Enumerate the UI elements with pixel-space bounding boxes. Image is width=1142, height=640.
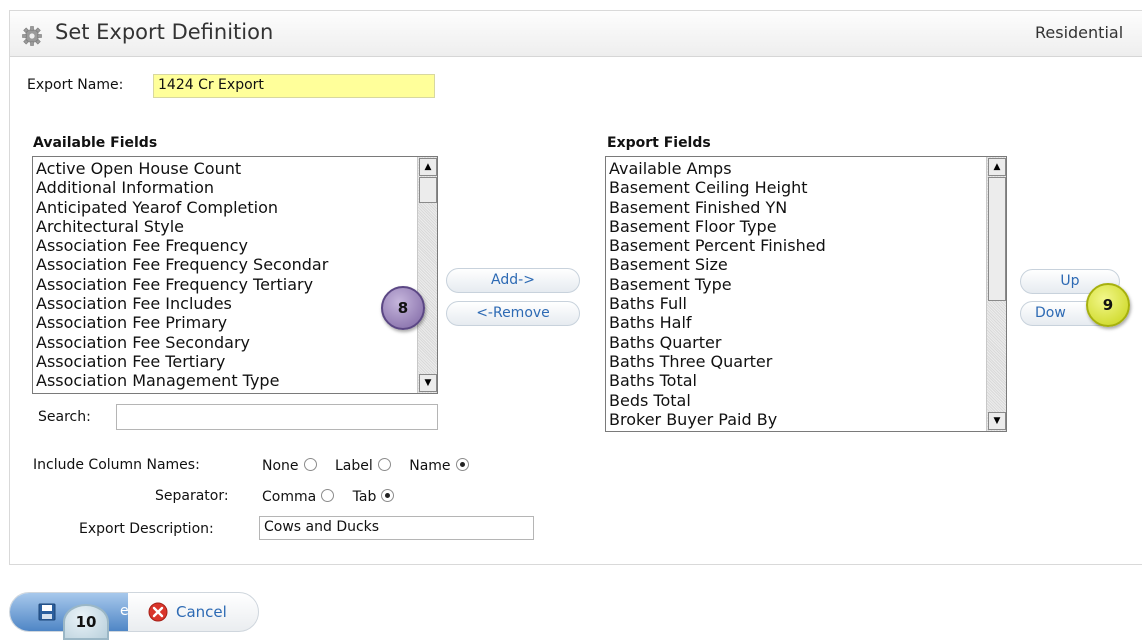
export-fields-scrollbar[interactable]: ▲ ▼ [986, 157, 1006, 431]
list-item[interactable]: Baths Total [609, 371, 984, 390]
list-item[interactable]: Basement Floor Type [609, 217, 984, 236]
list-item[interactable]: Available Amps [609, 159, 984, 178]
step-badge-8: 8 [381, 286, 425, 330]
available-fields-items: Active Open House Count Additional Inform… [36, 159, 415, 391]
list-item[interactable]: Active Open House Count [36, 159, 415, 178]
scroll-down-arrow-icon[interactable]: ▼ [419, 374, 437, 392]
export-fields-items: Available Amps Basement Ceiling Height Bas… [609, 159, 984, 429]
list-item[interactable]: Beds Total [609, 391, 984, 410]
list-item[interactable]: Basement Ceiling Height [609, 178, 984, 197]
search-label: Search: [38, 409, 91, 425]
list-item[interactable]: Basement Finished YN [609, 198, 984, 217]
list-item[interactable]: Association Fee Secondary [36, 333, 415, 352]
cancel-x-icon [148, 602, 168, 622]
step-badge-9: 9 [1086, 283, 1130, 327]
list-item[interactable]: Baths Quarter [609, 333, 984, 352]
export-name-input[interactable]: 1424 Cr Export [153, 74, 435, 98]
cancel-button[interactable]: Cancel [132, 593, 258, 631]
floppy-disk-icon [38, 603, 56, 621]
radio-name[interactable] [455, 458, 469, 471]
list-item[interactable]: Basement Type [609, 275, 984, 294]
panel-header: Set Export Definition Residential [10, 11, 1142, 57]
separator-label: Separator: [155, 488, 229, 504]
list-item[interactable]: Association Fee Includes [36, 294, 415, 313]
list-item[interactable]: Additional Information [36, 178, 415, 197]
available-fields-heading: Available Fields [33, 135, 158, 151]
radio-label[interactable] [377, 458, 391, 471]
scroll-down-arrow-icon[interactable]: ▼ [988, 412, 1006, 430]
list-item[interactable]: Basement Size [609, 255, 984, 274]
separator-group: Comma Tab [262, 489, 395, 505]
radio-option-label: Name [409, 458, 451, 474]
action-bar: e Cancel [9, 592, 259, 632]
scroll-up-arrow-icon[interactable]: ▲ [419, 158, 437, 176]
export-fields-listbox[interactable]: Available Amps Basement Ceiling Height Bas… [605, 156, 1007, 432]
list-item[interactable]: Baths Full [609, 294, 984, 313]
list-item[interactable]: Anticipated Yearof Completion [36, 198, 415, 217]
list-item[interactable]: Baths Half [609, 313, 984, 332]
list-item[interactable]: Architectural Style [36, 217, 415, 236]
step-badge-10: 10 [63, 604, 109, 640]
export-fields-heading: Export Fields [607, 135, 711, 151]
scroll-up-arrow-icon[interactable]: ▲ [988, 158, 1006, 176]
list-item[interactable]: Association Fee Tertiary [36, 352, 415, 371]
radio-none[interactable] [303, 458, 317, 471]
radio-option-label: Comma [262, 489, 317, 505]
save-button-label: e [120, 603, 129, 619]
list-item[interactable]: Association Fee Frequency [36, 236, 415, 255]
list-item[interactable]: Association Fee Frequency Secondar [36, 255, 415, 274]
page-title: Set Export Definition [55, 20, 274, 44]
list-item[interactable]: Broker Buyer Paid By [609, 410, 984, 429]
export-description-label: Export Description: [79, 521, 214, 537]
export-name-label: Export Name: [27, 77, 124, 93]
remove-button[interactable]: <-Remove [446, 301, 580, 326]
list-item[interactable]: Baths Three Quarter [609, 352, 984, 371]
radio-tab[interactable] [381, 489, 395, 502]
radio-option-label: Tab [352, 489, 377, 505]
gear-icon [22, 26, 42, 46]
list-item[interactable]: Association Fee Frequency Tertiary [36, 275, 415, 294]
radio-option-label: None [262, 458, 299, 474]
radio-option-label: Label [334, 458, 373, 474]
available-fields-scrollbar[interactable]: ▲ ▼ [417, 157, 437, 393]
include-column-names-label: Include Column Names: [33, 457, 200, 473]
list-item[interactable]: Basement Percent Finished [609, 236, 984, 255]
list-item[interactable]: Association Fee Primary [36, 313, 415, 332]
scroll-thumb[interactable] [419, 177, 437, 203]
search-input[interactable] [116, 404, 438, 430]
radio-comma[interactable] [321, 489, 335, 502]
list-item[interactable]: Association Management Type [36, 371, 415, 390]
include-column-names-group: None Label Name [262, 458, 469, 474]
export-description-input[interactable]: Cows and Ducks [259, 516, 534, 540]
add-button[interactable]: Add-> [446, 268, 580, 293]
listing-type-label: Residential [1035, 23, 1124, 42]
available-fields-listbox[interactable]: Active Open House Count Additional Inform… [32, 156, 438, 394]
cancel-button-label: Cancel [176, 603, 227, 621]
scroll-thumb[interactable] [988, 177, 1006, 301]
